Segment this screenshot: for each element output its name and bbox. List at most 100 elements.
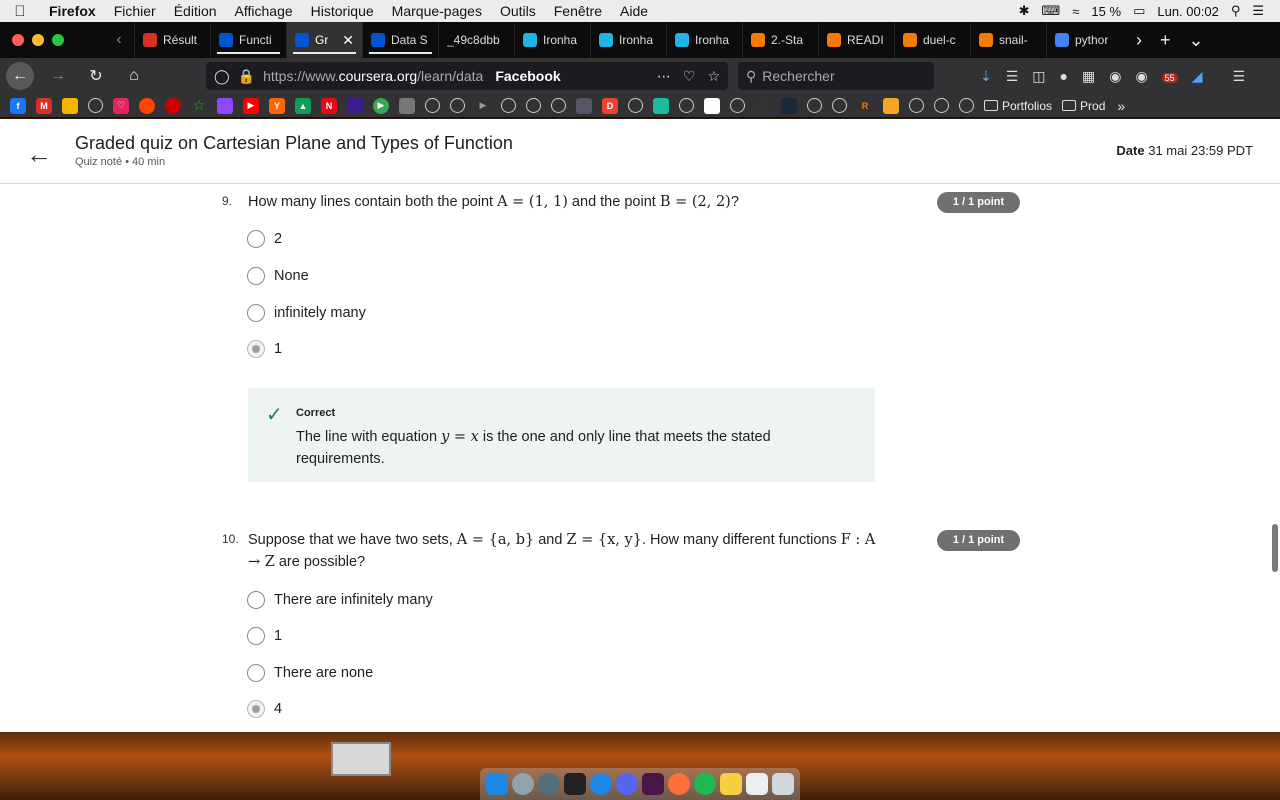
sidebar-icon[interactable]: ◫ [1032, 68, 1045, 85]
browser-tab[interactable]: READI [818, 22, 894, 58]
radio-button-checked[interactable] [247, 700, 265, 718]
terminal-icon[interactable] [564, 773, 586, 795]
radio-button[interactable] [247, 627, 265, 645]
bookmark-icon[interactable] [704, 97, 720, 114]
globe-bookmark-icon[interactable] [934, 98, 949, 113]
bookmark-icon[interactable] [755, 97, 771, 114]
menu-fichier[interactable]: Fichier [105, 3, 165, 19]
star-bookmark-icon[interactable]: ☆ [191, 97, 207, 114]
radio-button[interactable] [247, 230, 265, 248]
globe-bookmark-icon[interactable] [909, 98, 924, 113]
facebook-container-label[interactable]: Facebook [495, 68, 560, 84]
tab-scroll-left-icon[interactable]: ‹ [104, 31, 134, 49]
option[interactable]: 2 [247, 230, 282, 248]
menu-aide[interactable]: Aide [611, 3, 657, 19]
zoom-window-button[interactable] [52, 34, 64, 46]
window-thumbnail[interactable] [331, 742, 391, 776]
twitch-bookmark-icon[interactable] [217, 97, 233, 114]
browser-tab[interactable]: duel-c [894, 22, 970, 58]
option-selected[interactable]: 4 [247, 700, 282, 718]
search-input[interactable]: ⚲ Rechercher [738, 62, 934, 90]
slack-icon[interactable] [642, 773, 664, 795]
menu-edition[interactable]: Édition [165, 3, 226, 19]
app-store-icon[interactable] [590, 773, 612, 795]
pocket-bookmark-icon[interactable]: ♡ [113, 97, 129, 114]
option[interactable]: There are infinitely many [247, 591, 433, 609]
bookmark-icon[interactable] [165, 97, 181, 114]
menu-firefox[interactable]: Firefox [40, 3, 105, 19]
trash-icon[interactable] [772, 773, 794, 795]
ycombinator-bookmark-icon[interactable]: Y [269, 97, 285, 114]
bookmark-folder-prod[interactable]: Prod [1062, 99, 1105, 113]
keep-bookmark-icon[interactable] [62, 97, 78, 114]
steam-bookmark-icon[interactable] [781, 97, 797, 114]
documents-icon[interactable] [746, 773, 768, 795]
downloads-icon[interactable]: ⇣ [980, 68, 992, 85]
option[interactable]: 1 [247, 627, 282, 645]
browser-tab[interactable]: 2.-Sta [742, 22, 818, 58]
bookmarks-overflow-icon[interactable]: » [1117, 98, 1125, 114]
browser-tab[interactable]: Ironha [590, 22, 666, 58]
launchpad-icon[interactable] [512, 773, 534, 795]
finder-icon[interactable] [486, 773, 508, 795]
browser-tab[interactable]: Gr ✕ [286, 22, 362, 58]
forward-button[interactable]: → [44, 62, 72, 90]
bluetooth-icon[interactable]: ✱ [1019, 3, 1030, 19]
globe-bookmark-icon[interactable] [959, 98, 974, 113]
radio-button-checked[interactable] [247, 340, 265, 358]
option-selected[interactable]: 1 [247, 340, 282, 358]
bookmark-icon[interactable] [347, 97, 363, 114]
extension-icon[interactable]: ▦ [1082, 68, 1095, 85]
scrollbar-thumb[interactable] [1272, 524, 1278, 572]
radio-button[interactable] [247, 664, 265, 682]
menu-affichage[interactable]: Affichage [226, 3, 302, 19]
globe-bookmark-icon[interactable] [501, 98, 516, 113]
minimize-window-button[interactable] [32, 34, 44, 46]
close-tab-icon[interactable]: ✕ [342, 32, 354, 49]
bookmark-star-icon[interactable]: ☆ [707, 68, 720, 85]
browser-tab[interactable]: Data S [362, 22, 438, 58]
back-button[interactable]: ← [6, 62, 34, 90]
play-bookmark-icon[interactable]: ▶ [475, 98, 491, 114]
drive-bookmark-icon[interactable]: ▲ [295, 97, 311, 114]
option[interactable]: None [247, 267, 309, 285]
gmail-bookmark-icon[interactable]: M [36, 97, 52, 114]
reload-button[interactable]: ↻ [82, 62, 110, 90]
option[interactable]: infinitely many [247, 304, 366, 322]
battery-status[interactable]: 15 % [1091, 4, 1121, 19]
reddit-bookmark-icon[interactable] [139, 97, 155, 114]
browser-tab[interactable]: pythor [1046, 22, 1122, 58]
option[interactable]: There are none [247, 664, 373, 682]
radio-button[interactable] [247, 591, 265, 609]
browser-tab[interactable]: Résult [134, 22, 210, 58]
library-icon[interactable]: ☰ [1006, 68, 1019, 85]
url-text[interactable]: https://www.coursera.org/learn/data [263, 68, 483, 84]
keyboard-icon[interactable]: ⌨ [1042, 3, 1061, 19]
tab-scroll-right-icon[interactable]: › [1136, 30, 1142, 51]
apple-icon[interactable]:  [0, 3, 40, 20]
globe-bookmark-icon[interactable] [730, 98, 745, 113]
menu-fenetre[interactable]: Fenêtre [545, 3, 611, 19]
menu-marque-pages[interactable]: Marque-pages [383, 3, 491, 19]
globe-bookmark-icon[interactable] [551, 98, 566, 113]
youtube-bookmark-icon[interactable]: ▶ [243, 97, 259, 114]
home-button[interactable]: ⌂ [120, 62, 148, 90]
back-arrow-icon[interactable]: ← [26, 139, 52, 170]
globe-bookmark-icon[interactable] [425, 98, 440, 113]
globe-bookmark-icon[interactable] [88, 98, 103, 113]
netflix-bookmark-icon[interactable]: N [321, 97, 337, 114]
page-actions-icon[interactable]: ⋯ [657, 68, 671, 85]
globe-bookmark-icon[interactable] [450, 98, 465, 113]
globe-bookmark-icon[interactable] [628, 98, 643, 113]
radio-button[interactable] [247, 304, 265, 322]
play-bookmark-icon[interactable]: ▶ [373, 97, 389, 114]
globe-bookmark-icon[interactable] [832, 98, 847, 113]
url-bar[interactable]: ◯ 🔒 https://www.coursera.org/learn/data … [206, 62, 728, 90]
ublock-icon[interactable]: 55 [1161, 68, 1178, 84]
system-preferences-icon[interactable] [538, 773, 560, 795]
pocket-icon[interactable]: ♡ [683, 68, 696, 85]
spotify-icon[interactable] [694, 773, 716, 795]
close-window-button[interactable] [12, 34, 24, 46]
extension-icon[interactable]: ◉ [1109, 68, 1121, 85]
tab-list-chevron-icon[interactable]: ⌄ [1189, 30, 1204, 51]
